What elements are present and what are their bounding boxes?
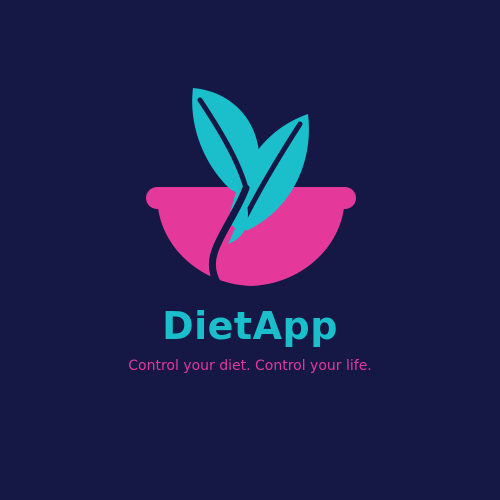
app-tagline: Control your diet. Control your life. [128,358,372,374]
app-name: DietApp [162,304,338,348]
bowl-with-leaves-icon [146,88,356,288]
